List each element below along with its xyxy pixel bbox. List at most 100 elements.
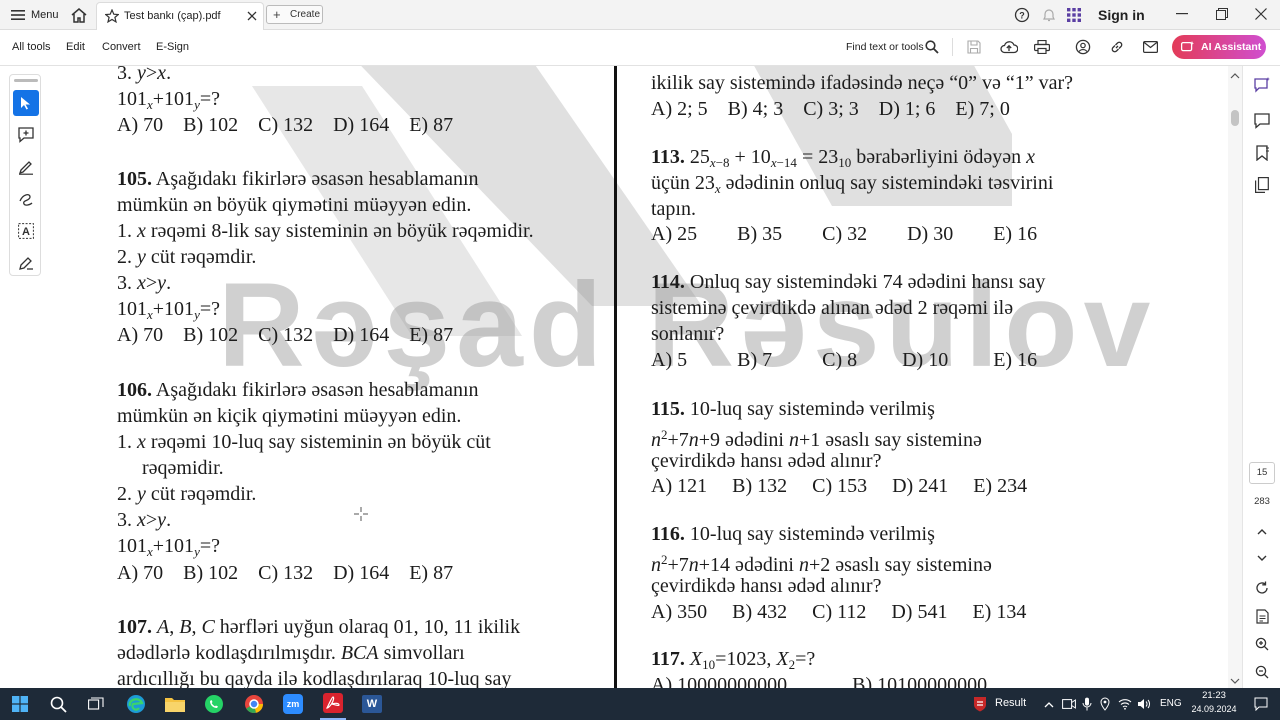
mail-icon[interactable] — [1141, 39, 1159, 55]
microphone-icon[interactable] — [1080, 688, 1094, 720]
find-tools-search[interactable]: Find text or tools — [846, 41, 924, 53]
clock-time[interactable]: 21:23 — [1198, 690, 1230, 701]
column-divider — [614, 66, 617, 688]
svg-text:A: A — [22, 226, 30, 238]
next-page-icon[interactable] — [1255, 551, 1269, 565]
scroll-down-arrow-icon[interactable] — [1230, 674, 1240, 684]
ai-sparkle-icon — [1180, 40, 1194, 54]
text-line: çevirdikdə hansı ədəd alınır? — [651, 575, 882, 597]
close-tab-icon[interactable] — [245, 9, 259, 23]
home-icon[interactable] — [70, 6, 88, 24]
apps-grid-icon[interactable] — [1065, 6, 1083, 24]
edge-browser-icon[interactable] — [125, 688, 147, 720]
quick-tools-bar: A — [9, 74, 41, 276]
text-line: 116. 10-luq say sistemində verilmiş — [651, 523, 935, 545]
result-label[interactable]: Result — [995, 697, 1026, 709]
scroll-thumb[interactable] — [1231, 110, 1239, 126]
title-bar: Menu Test bankı (çap).pdf + Create ? Sig… — [0, 0, 1280, 30]
pages-thumbnails-icon[interactable] — [1253, 176, 1271, 194]
text-line: 1. x rəqəmi 10-luq say sisteminin ən böy… — [117, 431, 491, 453]
file-explorer-icon[interactable] — [164, 688, 186, 720]
text-line: üçün 23x ədədinin onluq say sistemindəki… — [651, 172, 1054, 196]
document-tab[interactable]: Test bankı (çap).pdf — [96, 2, 264, 30]
refresh-icon[interactable] — [1254, 580, 1270, 596]
whatsapp-icon[interactable] — [203, 688, 225, 720]
text-line: 3. y>x. — [117, 66, 172, 84]
comment-add-icon[interactable] — [13, 122, 39, 148]
menu-label[interactable]: Menu — [31, 9, 59, 21]
plus-icon: + — [273, 7, 281, 22]
text-line: 2. y cüt rəqəmdir. — [117, 246, 257, 268]
divider — [952, 38, 953, 56]
ai-chat-icon[interactable] — [1253, 76, 1271, 94]
zoom-out-icon[interactable] — [1254, 664, 1270, 680]
word-icon[interactable]: W — [361, 688, 383, 720]
edit-menu[interactable]: Edit — [66, 41, 85, 53]
text-line: 106. Aşağıdakı fikirlərə əsasən hesablam… — [117, 379, 479, 401]
bookmark-icon[interactable] — [1253, 144, 1271, 162]
minimize-icon[interactable] — [1174, 6, 1190, 22]
comments-icon[interactable] — [1253, 112, 1271, 130]
create-label: Create — [290, 9, 321, 20]
text-line: ikilik say sistemində ifadəsində neçə “0… — [651, 72, 1074, 94]
text-line: tapın. — [651, 198, 696, 220]
search-icon[interactable] — [924, 39, 940, 55]
text-line: A) 70 B) 102 C) 132 D) 164 E) 87 — [117, 114, 454, 136]
windows-start-icon[interactable] — [10, 688, 30, 720]
language-indicator[interactable]: ENG — [1160, 698, 1182, 709]
link-icon[interactable] — [1108, 39, 1126, 55]
fill-sign-icon[interactable] — [13, 250, 39, 276]
text-line: 1. x rəqəmi 8-lik say sisteminin ən böyü… — [117, 220, 534, 242]
upload-cloud-icon[interactable] — [1000, 39, 1018, 55]
text-line: 114. Onluq say sistemindəki 74 ədədini h… — [651, 271, 1046, 293]
hamburger-icon[interactable] — [10, 7, 26, 23]
close-window-icon[interactable] — [1253, 6, 1269, 22]
acrobat-taskbar-icon[interactable] — [320, 688, 346, 720]
print-icon[interactable] — [1033, 39, 1051, 55]
clock-date[interactable]: 24.09.2024 — [1188, 704, 1240, 714]
task-view-icon[interactable] — [86, 688, 106, 720]
sign-in-button[interactable]: Sign in — [1098, 7, 1145, 23]
create-button[interactable]: + Create — [266, 5, 323, 24]
draw-freehand-icon[interactable] — [13, 186, 39, 212]
wifi-icon[interactable] — [1117, 688, 1133, 720]
tray-chevron-icon[interactable] — [1042, 688, 1056, 720]
esign-menu[interactable]: E-Sign — [156, 41, 189, 53]
text-line: A) 5 B) 7 C) 8 D) 10 E) 16 — [651, 349, 1038, 371]
star-icon[interactable] — [104, 8, 120, 24]
zoom-in-icon[interactable] — [1254, 636, 1270, 652]
location-icon[interactable] — [1098, 688, 1112, 720]
text-line: 3. x>y. — [117, 509, 172, 531]
all-tools-menu[interactable]: All tools — [12, 41, 51, 53]
save-icon[interactable] — [966, 39, 982, 55]
scroll-up-arrow-icon[interactable] — [1230, 69, 1240, 79]
text-line: rəqəmidir. — [117, 457, 224, 479]
zoom-app-icon[interactable]: zm — [282, 688, 304, 720]
text-box-icon[interactable]: A — [13, 218, 39, 244]
search-taskbar-icon[interactable] — [48, 688, 68, 720]
drag-handle[interactable] — [14, 79, 38, 82]
highlight-pen-icon[interactable] — [13, 154, 39, 180]
convert-menu[interactable]: Convert — [102, 41, 141, 53]
page-info-icon[interactable] — [1254, 608, 1270, 624]
text-line: sisteminə çevirdikdə alınan ədəd 2 rəqəm… — [651, 297, 1014, 319]
share-user-icon[interactable] — [1074, 39, 1092, 55]
bell-icon[interactable] — [1040, 6, 1058, 24]
vertical-scrollbar[interactable] — [1228, 66, 1242, 688]
text-line: A) 350 B) 432 C) 112 D) 541 E) 134 — [651, 601, 1027, 623]
ai-assistant-button[interactable]: AI Assistant — [1172, 35, 1266, 59]
previous-page-icon[interactable] — [1255, 524, 1269, 538]
page-number-input[interactable]: 15 — [1249, 462, 1275, 484]
text-line: A) 2; 5 B) 4; 3 C) 3; 3 D) 1; 6 E) 7; 0 — [651, 98, 1010, 120]
text-line: A) 10000000000 B) 10100000000 — [651, 674, 988, 688]
help-icon[interactable]: ? — [1013, 6, 1031, 24]
select-tool-icon[interactable] — [13, 90, 39, 116]
toolbar: All tools Edit Convert E-Sign Find text … — [0, 30, 1280, 66]
right-side-panel: 15 283 — [1242, 66, 1280, 688]
notifications-icon[interactable] — [1252, 688, 1270, 720]
volume-icon[interactable] — [1136, 688, 1152, 720]
restore-icon[interactable] — [1214, 6, 1230, 22]
result-app-icon[interactable] — [970, 688, 990, 720]
camera-icon[interactable] — [1062, 688, 1076, 720]
chrome-icon[interactable] — [243, 688, 265, 720]
